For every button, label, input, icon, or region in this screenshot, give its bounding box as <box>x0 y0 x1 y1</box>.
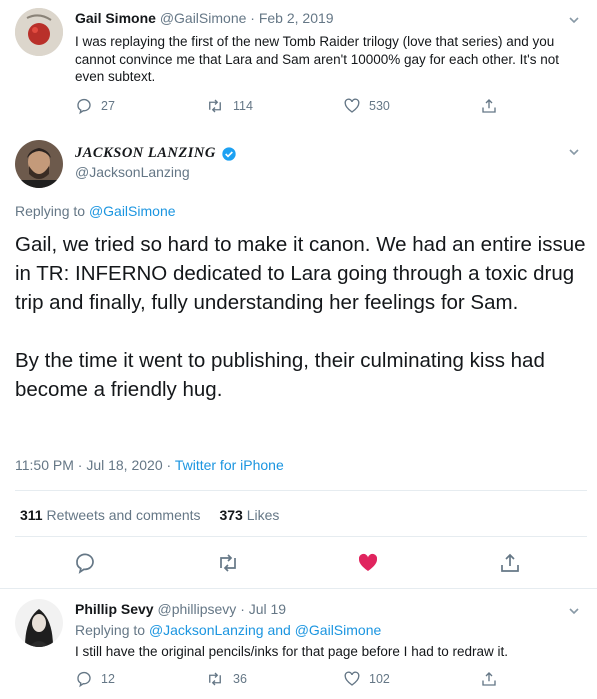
tweet-actions: 12 36 102 <box>0 670 597 694</box>
likes-count: 373 <box>219 507 243 523</box>
tweet-header: Gail Simone @GailSimone · Feb 2, 2019 <box>75 10 334 26</box>
reply-count: 27 <box>101 99 115 113</box>
heart-icon <box>344 671 360 686</box>
tweet-paragraph-1: Gail, we tried so hard to make it canon.… <box>15 233 586 314</box>
retweet-icon <box>209 672 221 686</box>
replying-to-label: Replying to <box>75 622 149 638</box>
engagement-stats: 311 Retweets and comments 373 Likes <box>20 507 279 523</box>
share-icon <box>482 672 496 686</box>
retweet-button[interactable] <box>215 551 241 575</box>
handle[interactable]: @phillipsevy <box>157 601 236 617</box>
tweet-header: Phillip Sevy @phillipsevy · Jul 19 <box>75 601 286 617</box>
tweet-text: I was replaying the first of the new Tom… <box>75 34 559 84</box>
retweet-icon <box>220 554 236 572</box>
retweets-stat[interactable]: 311 Retweets and comments <box>20 507 201 523</box>
chevron-down-icon[interactable] <box>567 145 581 159</box>
avatar[interactable] <box>15 599 63 647</box>
display-name[interactable]: Phillip Sevy <box>75 601 154 617</box>
tweet-jackson-lanzing: JACKSON LANZING @JacksonLanzing Replying… <box>0 130 597 595</box>
tweet-time[interactable]: 11:50 PM · Jul 18, 2020 <box>15 457 163 473</box>
tweet-paragraph-2: By the time it went to publishing, their… <box>15 349 545 401</box>
tweet-date[interactable]: · Feb 2, 2019 <box>250 10 333 26</box>
replying-to: Replying to @JacksonLanzing and @GailSim… <box>75 622 381 638</box>
retweet-icon <box>209 99 221 113</box>
handle[interactable]: @GailSimone <box>160 10 247 26</box>
share-button[interactable] <box>498 551 522 575</box>
retweet-button[interactable]: 36 <box>205 670 247 688</box>
heart-icon <box>344 98 360 113</box>
share-icon <box>482 99 496 113</box>
likes-stat[interactable]: 373 Likes <box>219 507 279 523</box>
tweet-timestamp-row: 11:50 PM · Jul 18, 2020 · Twitter for iP… <box>15 457 284 473</box>
share-icon <box>501 553 519 572</box>
share-button[interactable] <box>480 97 498 115</box>
tweet-actions <box>0 551 597 577</box>
divider <box>15 536 587 537</box>
like-count: 530 <box>369 99 390 113</box>
display-name[interactable]: Gail Simone <box>75 10 156 26</box>
reply-button[interactable]: 12 <box>75 670 115 688</box>
like-button[interactable] <box>356 551 380 575</box>
share-button[interactable] <box>480 670 498 688</box>
avatar[interactable] <box>15 140 63 188</box>
display-name-row: JACKSON LANZING <box>75 145 237 162</box>
avatar[interactable] <box>15 8 63 56</box>
tweet-actions: 27 114 530 <box>0 97 597 121</box>
like-button[interactable]: 102 <box>343 670 390 688</box>
retweet-count: 36 <box>233 672 247 686</box>
reply-count: 12 <box>101 672 115 686</box>
replying-to-link[interactable]: @GailSimone <box>89 203 176 219</box>
tweet-text: Gail, we tried so hard to make it canon.… <box>15 230 587 404</box>
reply-button[interactable] <box>73 551 97 575</box>
reply-icon <box>77 671 91 688</box>
tweet-phillip-sevy: Phillip Sevy @phillipsevy · Jul 19 Reply… <box>0 589 597 699</box>
chevron-down-icon[interactable] <box>567 13 581 27</box>
separator-dot: · <box>162 457 175 473</box>
handle[interactable]: @JacksonLanzing <box>75 164 190 180</box>
tweet-text: I still have the original pencils/inks f… <box>75 644 508 659</box>
reply-icon <box>76 553 94 574</box>
replying-to-label: Replying to <box>15 203 89 219</box>
tweet-source[interactable]: Twitter for iPhone <box>175 457 284 473</box>
replying-to-and: and <box>267 622 291 638</box>
like-button[interactable]: 530 <box>343 97 390 115</box>
reply-icon <box>77 98 91 115</box>
retweet-button[interactable]: 114 <box>205 97 253 115</box>
replying-to-link[interactable]: @JacksonLanzing <box>149 622 264 638</box>
divider <box>15 490 587 491</box>
retweets-label: Retweets and comments <box>46 507 201 523</box>
retweet-count: 114 <box>233 99 253 113</box>
chevron-down-icon[interactable] <box>567 604 581 618</box>
like-count: 102 <box>369 672 390 686</box>
verified-badge-icon <box>222 146 236 161</box>
display-name[interactable]: JACKSON LANZING <box>75 145 216 162</box>
reply-button[interactable]: 27 <box>75 97 115 115</box>
heart-filled-icon <box>358 553 378 571</box>
tweet-gail-simone: Gail Simone @GailSimone · Feb 2, 2019 I … <box>0 0 597 130</box>
likes-label: Likes <box>246 507 280 523</box>
tweet-date[interactable]: · Jul 19 <box>240 601 286 617</box>
replying-to: Replying to @GailSimone <box>15 203 176 219</box>
replying-to-link[interactable]: @GailSimone <box>295 622 382 638</box>
retweets-count: 311 <box>20 507 43 523</box>
